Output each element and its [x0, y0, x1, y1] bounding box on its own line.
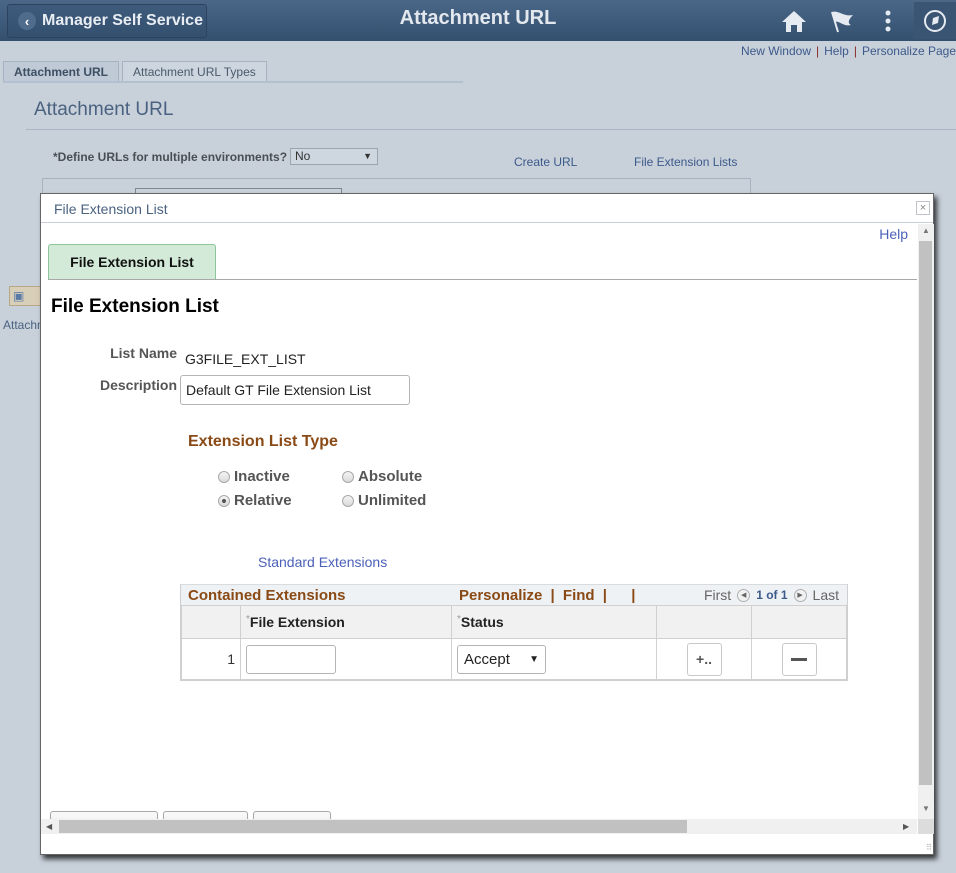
table-row: 1 Accept ▼ +.. — [181, 638, 847, 680]
vertical-scrollbar[interactable]: ▲ ▼ — [918, 224, 934, 820]
grid-table: *File Extension *Status 1 Accept ▼ +.. — [181, 605, 847, 680]
separator: | — [550, 587, 555, 604]
tab-divider — [48, 279, 917, 280]
cancel-button[interactable]: Cancel — [163, 811, 248, 819]
file-extension-cell — [240, 638, 452, 680]
radio-selected-icon — [218, 494, 230, 507]
first-link[interactable]: First — [704, 587, 731, 603]
description-input[interactable]: Default GT File Extension List — [180, 375, 410, 405]
file-extension-lists-link[interactable]: File Extension Lists — [634, 155, 737, 169]
flag-icon[interactable] — [827, 6, 857, 36]
save-button[interactable]: ▣ Save — [9, 286, 41, 306]
radio-icon — [218, 470, 230, 483]
home-icon[interactable] — [779, 6, 809, 36]
list-name-label: List Name — [110, 345, 177, 361]
scroll-up-icon[interactable]: ▲ — [918, 226, 934, 235]
banner: ‹ Manager Self Service Attachment URL — [0, 0, 956, 41]
vertical-scroll-thumb[interactable] — [919, 241, 932, 785]
page-links: New Window | Help | Personalize Page — [740, 44, 956, 58]
define-urls-value: No — [295, 149, 311, 163]
grid-tools: Personalize | Find | | — [459, 587, 636, 604]
radio-unlimited[interactable]: Unlimited — [342, 492, 426, 509]
dropdown-arrow-icon: ▼ — [529, 653, 539, 665]
file-extension-list-modal: File Extension List × Help File Extensio… — [40, 193, 934, 855]
file-extension-header: *File Extension — [240, 605, 452, 639]
section-title: File Extension List — [51, 296, 219, 317]
close-icon[interactable]: × — [916, 201, 930, 215]
separator: | — [602, 587, 607, 604]
status-select[interactable]: Accept ▼ — [457, 644, 546, 674]
banner-title: Attachment URL — [399, 7, 557, 29]
add-icon: +.. — [696, 651, 712, 667]
find-link[interactable]: Find — [563, 587, 595, 604]
dropdown-arrow-icon: ▼ — [363, 151, 372, 161]
last-link[interactable]: Last — [813, 587, 839, 603]
horizontal-scrollbar[interactable]: ◀ ▶ — [41, 819, 917, 834]
radio-icon — [342, 494, 354, 507]
row-count: 1 of 1 — [756, 588, 788, 602]
scroll-left-icon[interactable]: ◀ — [46, 819, 52, 834]
row-number-header — [181, 605, 241, 639]
row-number: 1 — [181, 638, 241, 680]
description-label: Description — [99, 377, 177, 393]
compass-icon — [924, 9, 946, 32]
extension-list-type-title: Extension List Type — [188, 433, 338, 450]
personalize-link[interactable]: Personalize — [459, 587, 542, 604]
tab-attachment-url-types[interactable]: Attachment URL Types — [122, 61, 267, 82]
ok-button[interactable]: OK — [50, 811, 158, 819]
modal-help-link[interactable]: Help — [879, 226, 908, 242]
create-url-link[interactable]: Create URL — [514, 155, 577, 169]
list-name-value: G3FILE_EXT_LIST — [185, 351, 306, 367]
title-divider — [26, 129, 956, 130]
radio-absolute[interactable]: Absolute — [342, 468, 422, 485]
separator: | — [631, 587, 636, 604]
save-icon: ▣ — [13, 289, 25, 303]
tab-file-extension-list[interactable]: File Extension List — [48, 244, 216, 280]
modal-body: Help File Extension List File Extension … — [41, 224, 917, 819]
scrollbar-corner — [918, 819, 934, 834]
modal-title: File Extension List — [54, 201, 168, 217]
more-vertical-icon[interactable] — [873, 6, 903, 36]
scroll-right-icon[interactable]: ▶ — [903, 819, 909, 834]
personalize-page-link[interactable]: Personalize Page — [862, 44, 956, 58]
status-header: *Status — [451, 605, 657, 639]
radio-relative[interactable]: Relative — [218, 492, 292, 509]
help-link[interactable]: Help — [824, 44, 849, 58]
horizontal-scroll-thumb[interactable] — [59, 820, 687, 833]
attachment-link[interactable]: Attachment — [3, 318, 41, 332]
add-header — [656, 605, 752, 639]
new-window-link[interactable]: New Window — [741, 44, 811, 58]
grid-column-headers: *File Extension *Status — [181, 605, 847, 639]
file-extension-input[interactable] — [246, 644, 336, 674]
add-row-button[interactable]: +.. — [686, 642, 722, 676]
define-urls-label: *Define URLs for multiple environments? — [53, 150, 288, 164]
scroll-down-icon[interactable]: ▼ — [918, 804, 934, 813]
contained-extensions-grid: Contained Extensions Personalize | Find … — [180, 584, 848, 681]
grid-header: Contained Extensions Personalize | Find … — [181, 584, 847, 605]
previous-icon[interactable]: ◀ — [737, 588, 751, 602]
radio-icon — [342, 470, 354, 483]
tab-divider — [3, 81, 463, 83]
status-cell: Accept ▼ — [451, 638, 657, 680]
delete-row-button[interactable] — [781, 642, 817, 676]
radio-inactive[interactable]: Inactive — [218, 468, 290, 485]
delete-cell — [751, 638, 847, 680]
modal-header: File Extension List × — [41, 194, 933, 223]
define-urls-select[interactable]: No ▼ — [290, 148, 378, 165]
grid-navigation: First ◀ 1 of 1 ▶ Last — [704, 587, 839, 603]
next-icon[interactable]: ▶ — [793, 588, 807, 602]
resize-grip-icon[interactable]: ⠿ — [926, 843, 932, 852]
page-title: Attachment URL — [34, 99, 174, 120]
apply-button[interactable]: Apply — [253, 811, 331, 819]
page-tabs: Attachment URL Attachment URL Types — [3, 61, 270, 82]
minus-icon — [791, 657, 807, 661]
add-cell: +.. — [656, 638, 752, 680]
grid-title: Contained Extensions — [188, 587, 346, 604]
standard-extensions-link[interactable]: Standard Extensions — [258, 554, 387, 570]
delete-header — [751, 605, 847, 639]
tab-attachment-url[interactable]: Attachment URL — [3, 61, 120, 82]
navbar-button[interactable] — [914, 2, 956, 39]
